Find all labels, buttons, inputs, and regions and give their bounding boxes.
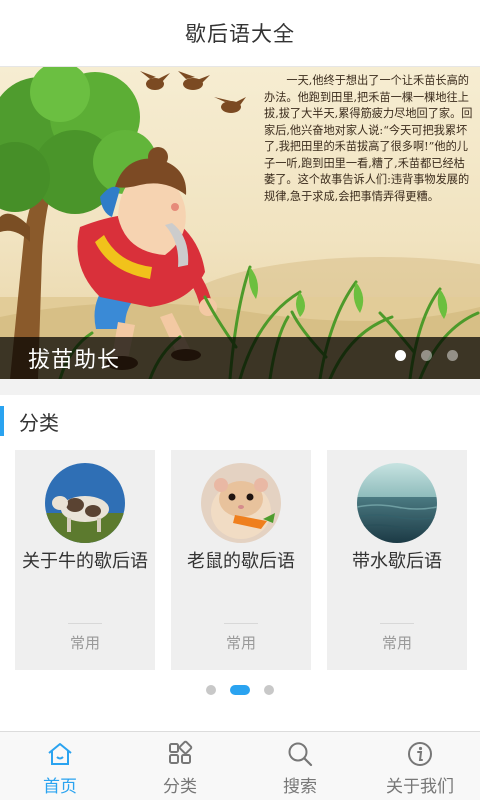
water-photo	[357, 463, 437, 543]
banner-dot[interactable]	[447, 350, 458, 361]
category-name: 老鼠的歇后语	[187, 551, 295, 572]
category-tag: 常用	[381, 634, 412, 652]
pager-dot[interactable]	[206, 685, 216, 695]
banner-dot[interactable]	[395, 350, 406, 361]
pager-dot[interactable]	[264, 685, 274, 695]
banner-dot[interactable]	[421, 350, 432, 361]
section-accent-bar	[0, 406, 4, 436]
card-divider	[224, 623, 258, 624]
story-text: 一天,他终于想出了一个让禾苗长高的办法。他跑到田里,把禾苗一棵一棵地往上拔,拔了…	[264, 74, 473, 203]
hamster-photo	[201, 463, 281, 543]
tab-about[interactable]: 关于我们	[360, 732, 480, 800]
section-separator	[0, 379, 480, 395]
search-icon	[288, 742, 313, 767]
card-divider	[68, 623, 102, 624]
bottom-tab-bar: 首页 分类 搜索 关于我们	[0, 731, 480, 800]
banner-caption-bar: 拔苗助长	[0, 337, 480, 379]
category-cards: 关于牛的歇后语 常用 老鼠的歇后语 常用 带水歇后语 常用	[15, 450, 467, 670]
tab-home[interactable]: 首页	[0, 732, 120, 800]
pager-dot[interactable]	[230, 685, 250, 695]
category-tag: 常用	[225, 634, 256, 652]
app-title: 歇后语大全	[185, 22, 295, 46]
tab-category[interactable]: 分类	[120, 732, 240, 800]
title-bar: 歇后语大全	[0, 0, 480, 67]
banner-carousel[interactable]: 一天,他终于想出了一个让禾苗长高的办法。他跑到田里,把禾苗一棵一棵地往上拔,拔了…	[0, 67, 480, 379]
category-card-cow[interactable]: 关于牛的歇后语 常用	[15, 450, 155, 670]
category-grid-icon	[169, 740, 193, 764]
category-name: 带水歇后语	[352, 551, 442, 572]
banner-indicator	[395, 350, 458, 361]
category-card-water[interactable]: 带水歇后语 常用	[327, 450, 467, 670]
cow-photo	[45, 463, 125, 543]
tab-label: 搜索	[283, 777, 317, 797]
category-pager	[0, 685, 480, 695]
category-tag: 常用	[69, 634, 100, 652]
category-card-mouse[interactable]: 老鼠的歇后语 常用	[171, 450, 311, 670]
banner-caption: 拔苗助长	[28, 348, 121, 373]
info-icon	[408, 742, 432, 766]
tab-label: 首页	[43, 777, 77, 797]
tab-search[interactable]: 搜索	[240, 732, 360, 800]
home-icon	[48, 743, 72, 765]
category-name: 关于牛的歇后语	[22, 551, 148, 572]
tab-label: 关于我们	[386, 777, 454, 797]
card-divider	[380, 623, 414, 624]
category-section-header: 分类	[0, 405, 59, 437]
tab-label: 分类	[163, 777, 197, 797]
section-title: 分类	[19, 410, 59, 435]
